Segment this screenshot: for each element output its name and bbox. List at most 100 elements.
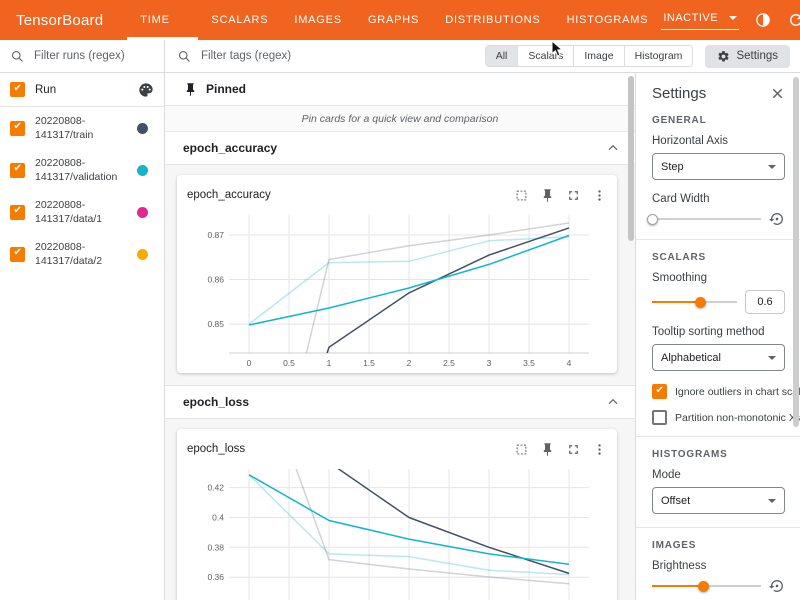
svg-text:2.5: 2.5 [443, 358, 455, 368]
main-scrollbar[interactable] [628, 73, 634, 600]
pin-icon[interactable] [540, 442, 555, 457]
tab-distributions[interactable]: DISTRIBUTIONS [432, 0, 553, 40]
run-color-dot [137, 123, 148, 134]
settings-button[interactable]: Settings [705, 45, 790, 68]
more-options-icon[interactable] [592, 442, 607, 457]
gear-icon [717, 50, 730, 63]
svg-text:2: 2 [407, 358, 412, 368]
filter-runs-group [0, 40, 165, 72]
brightness-slider[interactable] [652, 579, 761, 593]
refresh-icon[interactable] [787, 11, 800, 29]
accuracy-chart[interactable]: 00.511.522.533.540.850.860.87 [195, 209, 599, 369]
more-options-icon[interactable] [592, 188, 607, 203]
slider-thumb[interactable] [698, 581, 709, 592]
fullscreen-icon[interactable] [566, 442, 581, 457]
ignore-outliers-label: Ignore outliers in chart scaling [675, 386, 800, 398]
chevron-down-icon [729, 16, 737, 20]
chip-all[interactable]: All [486, 46, 518, 66]
tab-graphs[interactable]: GRAPHS [355, 0, 432, 40]
card-width-label: Card Width [652, 193, 785, 205]
run-name: 20220808-141317/data/1 [35, 198, 127, 226]
run-checkbox[interactable] [10, 163, 25, 178]
run-checkbox[interactable] [10, 205, 25, 220]
runs-sidebar: Run 20220808-141317/train 20220808-14131… [0, 73, 165, 600]
horizontal-axis-value: Step [661, 161, 684, 173]
svg-text:0.4: 0.4 [212, 513, 224, 523]
run-row-data-2[interactable]: 20220808-141317/data/2 [0, 233, 164, 275]
fullscreen-icon[interactable] [566, 188, 581, 203]
filter-tags-group [165, 49, 485, 64]
search-icon [10, 49, 25, 64]
palette-icon[interactable] [138, 82, 154, 98]
close-icon[interactable] [770, 86, 785, 101]
runs-header-row: Run [0, 73, 164, 107]
loss-chart[interactable]: 00.511.522.533.540.360.380.40.42 [195, 463, 599, 600]
svg-text:0.87: 0.87 [207, 230, 224, 240]
partition-x-checkbox[interactable] [652, 410, 667, 425]
fit-domain-icon[interactable] [514, 442, 529, 457]
card-width-slider[interactable] [652, 212, 761, 226]
tooltip-sorting-select[interactable]: Alphabetical [652, 344, 785, 371]
theme-contrast-icon[interactable] [754, 11, 772, 29]
settings-scrollbar-thumb[interactable] [793, 77, 799, 427]
pinned-header-row: Pinned [165, 73, 635, 106]
app-header: TensorBoard TIME SERIES SCALARS IMAGES G… [0, 0, 800, 40]
select-all-runs-checkbox[interactable] [10, 82, 25, 97]
search-icon [177, 49, 192, 64]
reset-icon[interactable] [769, 578, 785, 594]
chevron-up-icon[interactable] [605, 394, 621, 410]
run-color-dot [137, 249, 148, 260]
ignore-outliers-checkbox[interactable] [652, 384, 667, 399]
section-body-epoch-accuracy: epoch_accuracy 00.511.522.533 [165, 165, 635, 386]
smoothing-slider[interactable] [652, 295, 737, 309]
tab-scalars[interactable]: SCALARS [198, 0, 281, 40]
section-title: epoch_accuracy [183, 141, 277, 155]
svg-text:3.5: 3.5 [523, 358, 535, 368]
chevron-up-icon[interactable] [605, 140, 621, 156]
histogram-mode-select[interactable]: Offset [652, 487, 785, 514]
smoothing-label: Smoothing [652, 272, 785, 284]
status-select[interactable]: INACTIVE [661, 10, 739, 30]
status-select-value: INACTIVE [663, 12, 718, 24]
section-header-epoch-loss[interactable]: epoch_loss [165, 386, 635, 419]
svg-text:0.42: 0.42 [207, 483, 224, 493]
pin-icon[interactable] [540, 188, 555, 203]
main-scrollbar-thumb[interactable] [628, 76, 634, 241]
svg-text:0.36: 0.36 [207, 572, 224, 582]
chip-image[interactable]: Image [573, 46, 623, 66]
settings-scrollbar[interactable] [793, 75, 799, 600]
settings-panel: Settings GENERAL Horizontal Axis Step Ca… [635, 73, 800, 600]
tab-histograms[interactable]: HISTOGRAMS [554, 0, 662, 40]
main-content: Pinned Pin cards for a quick view and co… [165, 73, 635, 600]
svg-text:0.86: 0.86 [207, 275, 224, 285]
fit-domain-icon[interactable] [514, 188, 529, 203]
tooltip-sorting-label: Tooltip sorting method [652, 326, 785, 338]
chip-histogram[interactable]: Histogram [624, 46, 693, 66]
tab-images[interactable]: IMAGES [281, 0, 355, 40]
filter-runs-input[interactable] [32, 49, 154, 63]
section-header-epoch-accuracy[interactable]: epoch_accuracy [165, 132, 635, 165]
run-row-validation[interactable]: 20220808-141317/validation [0, 149, 164, 191]
histogram-mode-value: Offset [661, 495, 690, 507]
scalar-card-epoch-loss: epoch_loss 00.511.522.533.540 [177, 429, 617, 600]
brightness-label: Brightness [652, 560, 785, 572]
app-logo: TensorBoard [0, 12, 103, 29]
filter-tags-input[interactable] [199, 49, 423, 63]
histogram-mode-label: Mode [652, 469, 785, 481]
settings-button-label: Settings [736, 50, 778, 62]
horizontal-axis-select[interactable]: Step [652, 153, 785, 180]
reset-icon[interactable] [769, 211, 785, 227]
general-heading: GENERAL [652, 115, 785, 126]
settings-panel-title: Settings [652, 85, 706, 102]
svg-text:0.5: 0.5 [283, 358, 295, 368]
slider-thumb[interactable] [647, 214, 658, 225]
run-checkbox[interactable] [10, 121, 25, 136]
card-title: epoch_accuracy [187, 189, 271, 201]
run-row-train[interactable]: 20220808-141317/train [0, 107, 164, 149]
run-row-data-1[interactable]: 20220808-141317/data/1 [0, 191, 164, 233]
svg-text:1: 1 [327, 358, 332, 368]
run-checkbox[interactable] [10, 247, 25, 262]
smoothing-value-input[interactable]: 0.6 [745, 290, 785, 314]
tab-time-series[interactable]: TIME SERIES [127, 0, 198, 40]
slider-thumb[interactable] [695, 297, 706, 308]
